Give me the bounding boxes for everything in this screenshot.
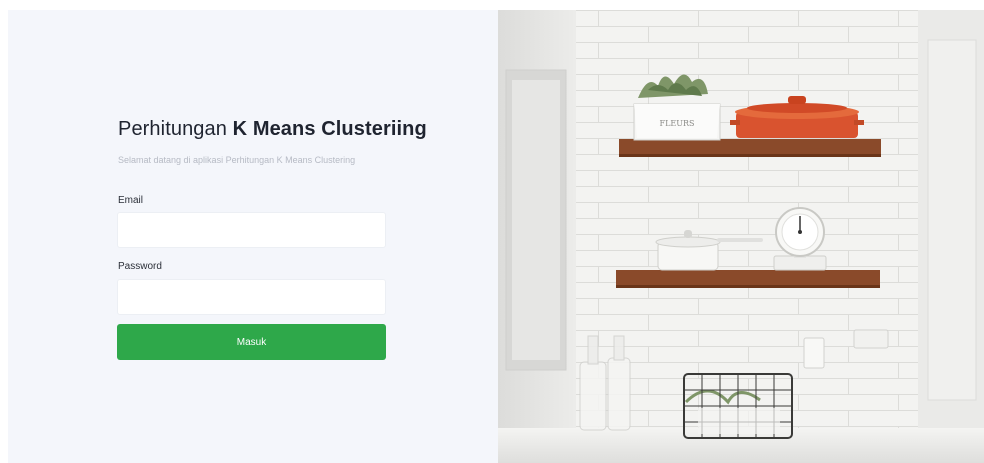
page-title: Perhitungan K Means Clusteriing xyxy=(118,118,427,141)
title-app-name: K Means Clusteriing xyxy=(232,118,427,140)
login-panel: Perhitungan K Means Clusteriing Selamat … xyxy=(8,10,498,463)
password-field[interactable] xyxy=(117,279,386,315)
kitchen-photo: FLEURS xyxy=(498,10,984,463)
page-frame: Perhitungan K Means Clusteriing Selamat … xyxy=(8,10,984,463)
pot-label: FLEURS xyxy=(660,119,695,128)
wall-hook xyxy=(853,329,889,349)
title-prefix: Perhitungan xyxy=(118,118,233,140)
email-field[interactable] xyxy=(117,212,386,248)
email-label: Email xyxy=(118,195,144,206)
password-label: Password xyxy=(118,261,162,272)
wall-outlet xyxy=(803,337,825,369)
login-button[interactable]: Masuk xyxy=(117,324,386,360)
welcome-text: Selamat datang di aplikasi Perhitungan K… xyxy=(118,155,356,165)
kitchen-scale xyxy=(773,207,827,271)
